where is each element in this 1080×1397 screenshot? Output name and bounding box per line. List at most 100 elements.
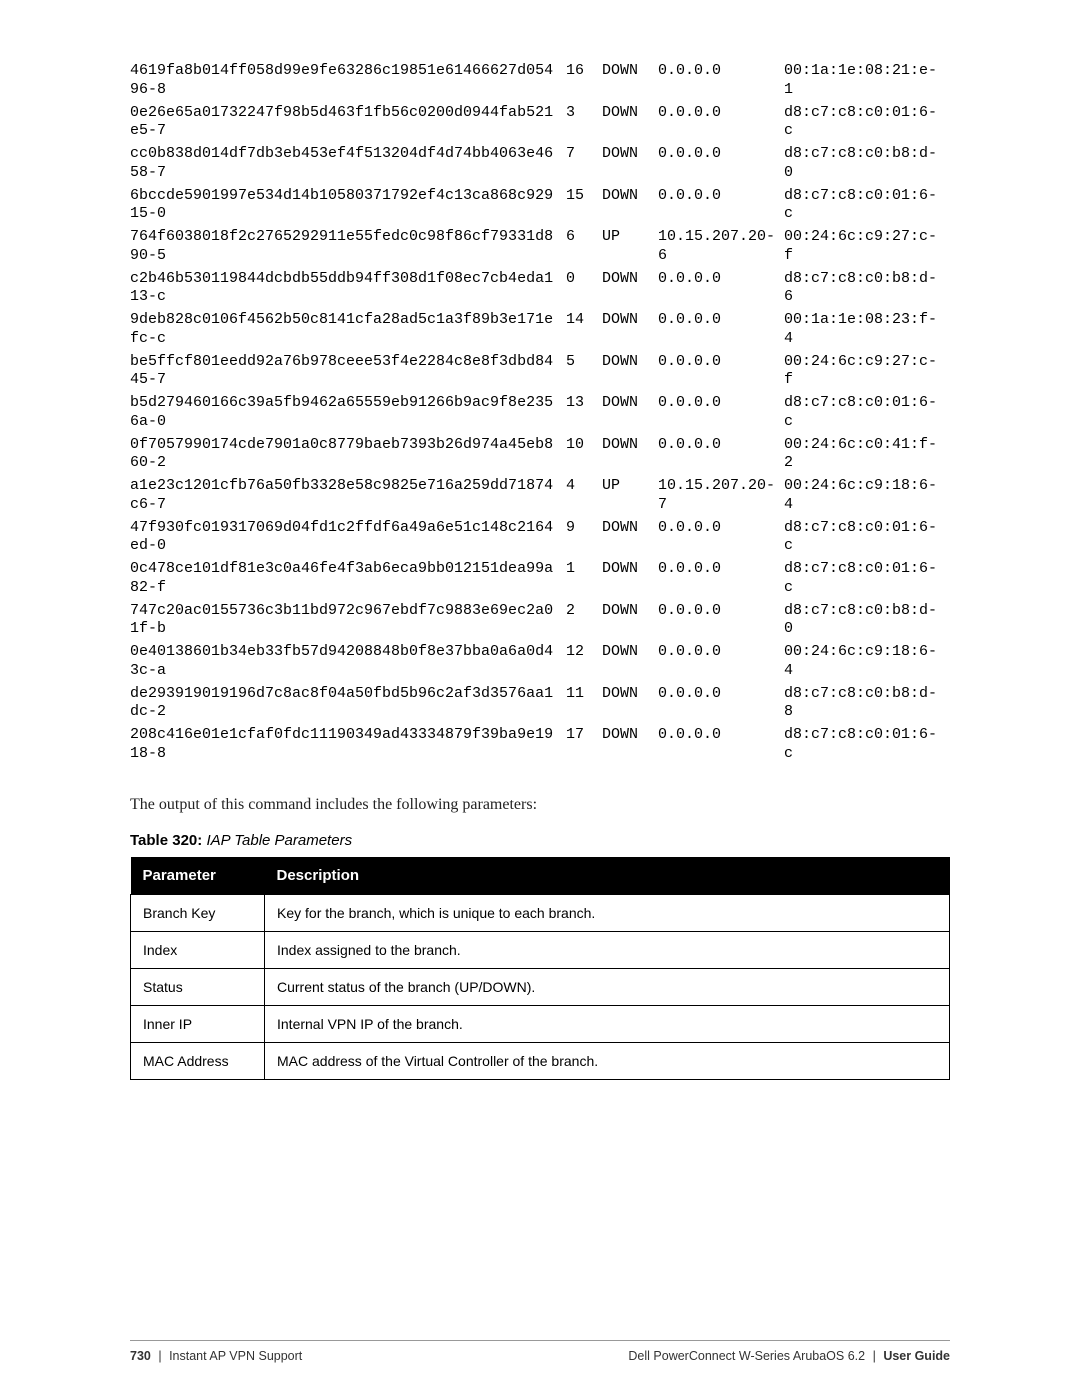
footer-right: Dell PowerConnect W-Series ArubaOS 6.2 |… [628, 1349, 950, 1363]
table-row: Inner IPInternal VPN IP of the branch. [131, 1005, 950, 1042]
index-cell: 7 [566, 143, 602, 185]
footer-sep-left: | [158, 1349, 161, 1363]
param-name-cell: Index [131, 931, 265, 968]
table-row: MAC AddressMAC address of the Virtual Co… [131, 1042, 950, 1079]
mac-cell: d8:c7:c8:c0:01:6-c [784, 558, 950, 600]
ip-cell: 0.0.0.0 [658, 683, 784, 725]
ip-cell: 0.0.0.0 [658, 309, 784, 351]
param-desc-cell: Internal VPN IP of the branch. [265, 1005, 950, 1042]
branch-key-cell: 0e40138601b34eb33fb57d94208848b0f8e37bba… [130, 641, 566, 683]
index-cell: 11 [566, 683, 602, 725]
ip-cell: 0.0.0.0 [658, 600, 784, 642]
status-cell: DOWN [602, 558, 658, 600]
index-cell: 9 [566, 517, 602, 559]
table-header-row: Parameter Description [131, 857, 950, 895]
index-cell: 0 [566, 268, 602, 310]
ip-cell: 10.15.207.20-6 [658, 226, 784, 268]
status-cell: DOWN [602, 351, 658, 393]
branch-key-cell: cc0b838d014df7db3eb453ef4f513204df4d74bb… [130, 143, 566, 185]
status-cell: DOWN [602, 268, 658, 310]
document-page: 4619fa8b014ff058d99e9fe63286c19851e61466… [0, 0, 1080, 1393]
index-cell: 13 [566, 392, 602, 434]
table-row: 208c416e01e1cfaf0fdc11190349ad43334879f3… [130, 724, 950, 766]
mac-cell: d8:c7:c8:c0:b8:d-8 [784, 683, 950, 725]
status-cell: DOWN [602, 724, 658, 766]
branch-key-cell: be5ffcf801eedd92a76b978ceee53f4e2284c8e8… [130, 351, 566, 393]
mac-cell: 00:24:6c:c9:27:c-f [784, 226, 950, 268]
table-row: de293919019196d7c8ac8f04a50fbd5b96c2af3d… [130, 683, 950, 725]
index-cell: 1 [566, 558, 602, 600]
status-cell: UP [602, 226, 658, 268]
mac-cell: d8:c7:c8:c0:01:6-c [784, 517, 950, 559]
branch-key-cell: 47f930fc019317069d04fd1c2ffdf6a49a6e51c1… [130, 517, 566, 559]
index-cell: 2 [566, 600, 602, 642]
status-cell: DOWN [602, 392, 658, 434]
ip-cell: 0.0.0.0 [658, 517, 784, 559]
branch-key-cell: 208c416e01e1cfaf0fdc11190349ad43334879f3… [130, 724, 566, 766]
table-label-prefix: Table 320: [130, 832, 202, 849]
mac-cell: 00:24:6c:c9:18:6-4 [784, 641, 950, 683]
col-header-description: Description [265, 857, 950, 895]
status-cell: DOWN [602, 309, 658, 351]
table-row: be5ffcf801eedd92a76b978ceee53f4e2284c8e8… [130, 351, 950, 393]
ip-cell: 0.0.0.0 [658, 558, 784, 600]
ip-cell: 0.0.0.0 [658, 60, 784, 102]
description-text: The output of this command includes the … [130, 796, 950, 814]
page-footer: 730 | Instant AP VPN Support Dell PowerC… [130, 1340, 950, 1363]
branch-key-cell: de293919019196d7c8ac8f04a50fbd5b96c2af3d… [130, 683, 566, 725]
index-cell: 6 [566, 226, 602, 268]
param-desc-cell: Current status of the branch (UP/DOWN). [265, 968, 950, 1005]
status-cell: DOWN [602, 434, 658, 476]
cli-output-table: 4619fa8b014ff058d99e9fe63286c19851e61466… [130, 60, 950, 766]
table-row: b5d279460166c39a5fb9462a65559eb91266b9ac… [130, 392, 950, 434]
ip-cell: 0.0.0.0 [658, 724, 784, 766]
ip-cell: 0.0.0.0 [658, 434, 784, 476]
index-cell: 14 [566, 309, 602, 351]
table-row: 747c20ac0155736c3b11bd972c967ebdf7c9883e… [130, 600, 950, 642]
status-cell: DOWN [602, 683, 658, 725]
mac-cell: 00:1a:1e:08:21:e-1 [784, 60, 950, 102]
mac-cell: 00:24:6c:c9:18:6-4 [784, 475, 950, 517]
status-cell: DOWN [602, 185, 658, 227]
mac-cell: d8:c7:c8:c0:01:6-c [784, 724, 950, 766]
index-cell: 3 [566, 102, 602, 144]
table-row: 6bccde5901997e534d14b10580371792ef4c13ca… [130, 185, 950, 227]
index-cell: 17 [566, 724, 602, 766]
status-cell: UP [602, 475, 658, 517]
branch-key-cell: c2b46b530119844dcbdb55ddb94ff308d1f08ec7… [130, 268, 566, 310]
index-cell: 12 [566, 641, 602, 683]
branch-key-cell: b5d279460166c39a5fb9462a65559eb91266b9ac… [130, 392, 566, 434]
status-cell: DOWN [602, 600, 658, 642]
status-cell: DOWN [602, 517, 658, 559]
footer-sep-right: | [873, 1349, 876, 1363]
mac-cell: d8:c7:c8:c0:b8:d-0 [784, 600, 950, 642]
branch-key-cell: 764f6038018f2c2765292911e55fedc0c98f86cf… [130, 226, 566, 268]
param-name-cell: MAC Address [131, 1042, 265, 1079]
table-row: c2b46b530119844dcbdb55ddb94ff308d1f08ec7… [130, 268, 950, 310]
status-cell: DOWN [602, 641, 658, 683]
footer-doc-type: User Guide [883, 1349, 950, 1363]
col-header-parameter: Parameter [131, 857, 265, 895]
index-cell: 4 [566, 475, 602, 517]
param-desc-cell: Key for the branch, which is unique to e… [265, 894, 950, 931]
table-row: 9deb828c0106f4562b50c8141cfa28ad5c1a3f89… [130, 309, 950, 351]
ip-cell: 0.0.0.0 [658, 392, 784, 434]
branch-key-cell: 0f7057990174cde7901a0c8779baeb7393b26d97… [130, 434, 566, 476]
table-row: 0f7057990174cde7901a0c8779baeb7393b26d97… [130, 434, 950, 476]
table-caption: Table 320: IAP Table Parameters [130, 832, 950, 849]
param-desc-cell: MAC address of the Virtual Controller of… [265, 1042, 950, 1079]
mac-cell: d8:c7:c8:c0:01:6-c [784, 185, 950, 227]
param-name-cell: Status [131, 968, 265, 1005]
branch-key-cell: 9deb828c0106f4562b50c8141cfa28ad5c1a3f89… [130, 309, 566, 351]
mac-cell: d8:c7:c8:c0:01:6-c [784, 102, 950, 144]
parameter-table: Parameter Description Branch KeyKey for … [130, 857, 950, 1080]
status-cell: DOWN [602, 143, 658, 185]
index-cell: 10 [566, 434, 602, 476]
branch-key-cell: 747c20ac0155736c3b11bd972c967ebdf7c9883e… [130, 600, 566, 642]
status-cell: DOWN [602, 102, 658, 144]
status-cell: DOWN [602, 60, 658, 102]
index-cell: 16 [566, 60, 602, 102]
table-label-title: IAP Table Parameters [206, 832, 352, 849]
table-row: 0e26e65a01732247f98b5d463f1fb56c0200d094… [130, 102, 950, 144]
mac-cell: 00:24:6c:c0:41:f-2 [784, 434, 950, 476]
